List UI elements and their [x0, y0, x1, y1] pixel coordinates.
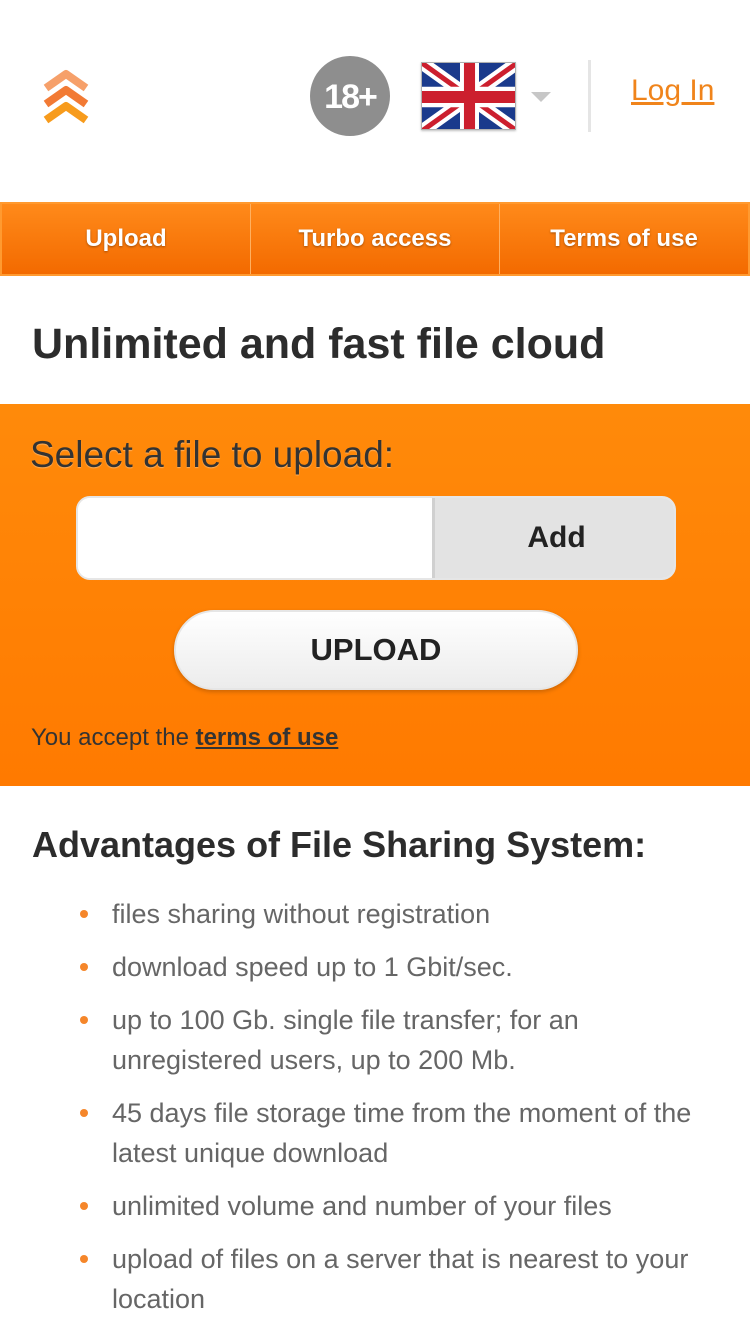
- bullet-icon: [80, 963, 88, 971]
- list-item: upload of files on a server that is near…: [80, 1239, 700, 1319]
- upload-panel: Select a file to upload: Add UPLOAD You …: [0, 404, 750, 786]
- main-nav: Upload Turbo access Terms of use: [0, 202, 750, 276]
- nav-terms-of-use[interactable]: Terms of use: [500, 204, 748, 274]
- uk-flag-icon: [421, 62, 516, 130]
- bullet-icon: [80, 1202, 88, 1210]
- header: 18+ Log In: [0, 0, 750, 200]
- upload-button[interactable]: UPLOAD: [174, 610, 578, 690]
- nav-upload[interactable]: Upload: [2, 204, 251, 274]
- list-item-text: download speed up to 1 Gbit/sec.: [112, 952, 513, 982]
- login-link[interactable]: Log In: [631, 74, 714, 108]
- list-item-text: files sharing without registration: [112, 899, 491, 929]
- list-item-text: up to 100 Gb. single file transfer; for …: [112, 1005, 579, 1075]
- upload-label: Select a file to upload:: [30, 434, 395, 475]
- list-item-text: upload of files on a server that is near…: [112, 1244, 689, 1314]
- add-file-button[interactable]: Add: [432, 498, 674, 578]
- bullet-icon: [80, 1255, 88, 1263]
- list-item-text: unlimited volume and number of your file…: [112, 1191, 612, 1221]
- advantages-title: Advantages of File Sharing System:: [32, 824, 647, 865]
- list-item-text: 45 days file storage time from the momen…: [112, 1098, 692, 1168]
- chevron-down-icon: [531, 92, 551, 102]
- file-input[interactable]: [78, 498, 432, 578]
- list-item: unlimited volume and number of your file…: [80, 1186, 700, 1226]
- advantages-list: files sharing without registration downl…: [80, 894, 700, 1332]
- bullet-icon: [80, 1109, 88, 1117]
- age-restriction-badge: 18+: [310, 56, 390, 136]
- bullet-icon: [80, 910, 88, 918]
- file-picker: Add: [76, 496, 676, 580]
- list-item: up to 100 Gb. single file transfer; for …: [80, 1000, 700, 1080]
- page-title: Unlimited and fast file cloud: [32, 320, 606, 368]
- list-item: download speed up to 1 Gbit/sec.: [80, 947, 700, 987]
- terms-prefix: You accept the: [31, 724, 189, 751]
- age-badge-label: 18+: [324, 77, 378, 116]
- language-selector[interactable]: [421, 62, 557, 132]
- terms-link[interactable]: terms of use: [196, 724, 339, 751]
- bullet-icon: [80, 1016, 88, 1024]
- terms-acceptance: You accept the terms of use: [31, 724, 338, 752]
- header-divider: [588, 60, 591, 132]
- nav-turbo-access[interactable]: Turbo access: [251, 204, 500, 274]
- list-item: files sharing without registration: [80, 894, 700, 934]
- logo-chevrons-icon[interactable]: [40, 68, 92, 126]
- list-item: 45 days file storage time from the momen…: [80, 1093, 700, 1173]
